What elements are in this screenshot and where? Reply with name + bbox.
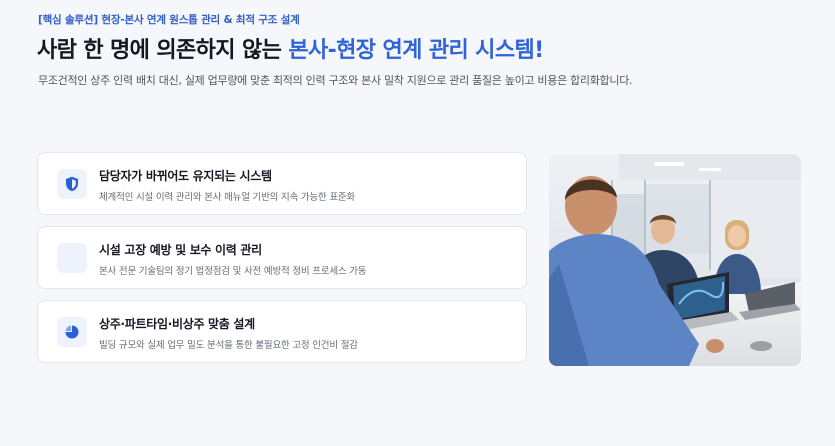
page-title-accent: 본사-현장 연계 관리 시스템! bbox=[288, 38, 544, 63]
feature-description: 본사 전문 기술팀의 정기 법정점검 및 사전 예방적 정비 프로세스 가동 bbox=[99, 266, 367, 277]
page-subtitle: 무조건적인 상주 인력 배치 대신, 실제 업무량에 맞춘 최적의 인력 구조와… bbox=[38, 74, 633, 87]
feature-card-staffing: 상주·파트타임·비상주 맞춤 설계 빌딩 규모와 실제 업무 밀도 분석을 통한… bbox=[37, 300, 527, 363]
feature-title: 담당자가 바뀌어도 유지되는 시스템 bbox=[99, 169, 272, 183]
feature-card-maintenance: 시설 고장 예방 및 보수 이력 관리 본사 전문 기술팀의 정기 법정점검 및… bbox=[37, 226, 527, 289]
feature-description: 빌딩 규모와 실제 업무 밀도 분석을 통한 불필요한 고정 인건비 절감 bbox=[99, 340, 358, 351]
feature-title: 상주·파트타임·비상주 맞춤 설계 bbox=[99, 317, 255, 331]
eyebrow-label: [핵심 솔루션] 현장-본사 연계 원스톱 관리 & 최적 구조 설계 bbox=[38, 14, 300, 26]
page-title: 사람 한 명에 의존하지 않는 본사-현장 연계 관리 시스템! bbox=[37, 32, 544, 64]
wrench-icon bbox=[57, 243, 87, 273]
feature-list: 담당자가 바뀌어도 유지되는 시스템 체계적인 시설 이력 관리와 본사 매뉴얼… bbox=[37, 152, 527, 374]
pie-chart-icon bbox=[57, 317, 87, 347]
shield-icon bbox=[57, 169, 87, 199]
office-meeting-photo bbox=[549, 154, 801, 366]
feature-card-system: 담당자가 바뀌어도 유지되는 시스템 체계적인 시설 이력 관리와 본사 매뉴얼… bbox=[37, 152, 527, 215]
feature-description: 체계적인 시설 이력 관리와 본사 매뉴얼 기반의 지속 가능한 표준화 bbox=[99, 192, 355, 203]
page-title-plain: 사람 한 명에 의존하지 않는 bbox=[37, 38, 289, 63]
feature-title: 시설 고장 예방 및 보수 이력 관리 bbox=[99, 243, 262, 257]
